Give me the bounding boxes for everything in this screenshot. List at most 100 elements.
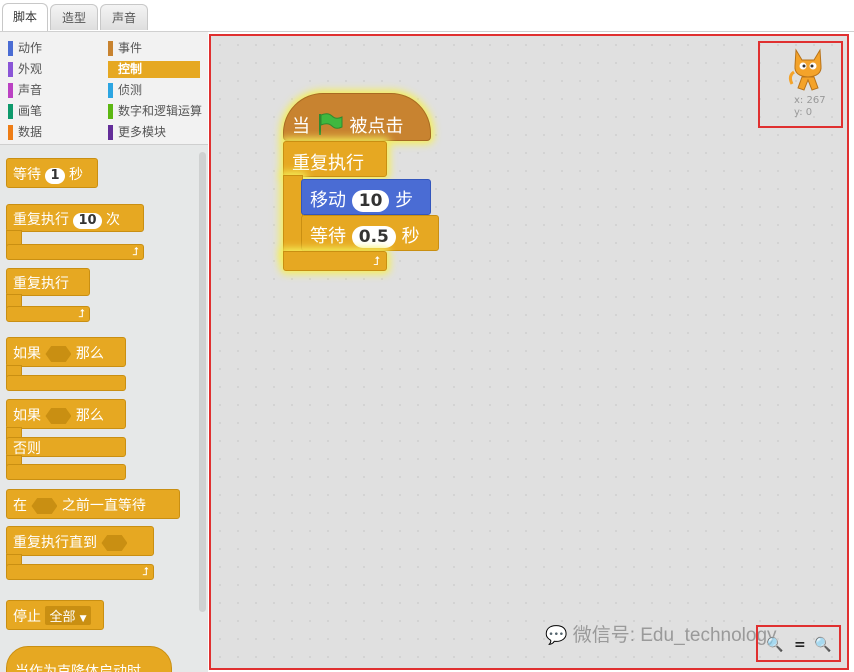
wait-seconds-input[interactable]: 0.5 [351, 226, 396, 248]
category-label: 更多模块 [118, 125, 167, 139]
forever-block[interactable]: 重复执行 [283, 141, 387, 177]
category-list: 动作 外观 声音 画笔 数据 事件 控制 侦测 数字和逻辑运算 更多模块 [0, 32, 208, 145]
block-label: 如果 [13, 346, 41, 362]
block-unit: 次 [106, 212, 120, 228]
watermark-text: 微信号: Edu_technology [572, 625, 777, 646]
block-palette: 动作 外观 声音 画笔 数据 事件 控制 侦测 数字和逻辑运算 更多模块 等待 … [0, 32, 208, 672]
cat-sprite-icon [788, 48, 822, 91]
palette-if-block[interactable]: 如果 那么 [6, 337, 126, 367]
category-label: 动作 [18, 41, 43, 55]
block-label: 在 [13, 498, 27, 514]
category-color-swatch [108, 41, 113, 56]
category-control[interactable]: 控制 [108, 61, 200, 78]
block-label: 当 [292, 116, 310, 137]
category-events[interactable]: 事件 [108, 40, 194, 57]
wechat-icon: 💬 [545, 625, 568, 645]
block-unit: 秒 [68, 167, 83, 183]
block-unit: 步 [395, 190, 414, 211]
sprite-y-coordinate: y: 0 [794, 107, 813, 118]
loop-arrow-icon: ⮥ [372, 254, 380, 268]
category-color-swatch [108, 104, 113, 119]
block-label: 等待 [13, 167, 41, 183]
tab-sounds[interactable]: 声音 [100, 4, 148, 30]
category-motion[interactable]: 动作 [8, 40, 94, 57]
when-flag-clicked-block[interactable]: 当 被点击 [283, 93, 431, 141]
category-color-swatch [8, 125, 13, 140]
category-operators[interactable]: 数字和逻辑运算 [108, 103, 208, 120]
category-color-swatch [108, 83, 113, 98]
category-sound[interactable]: 声音 [8, 82, 94, 99]
category-color-swatch [8, 104, 13, 119]
category-color-swatch [8, 83, 13, 98]
repeat-count-input[interactable]: 10 [73, 213, 102, 229]
palette-wait-block[interactable]: 等待 1 秒 [6, 158, 98, 188]
block-label: 等待 [310, 226, 346, 247]
boolean-slot[interactable] [45, 346, 72, 362]
block-unit: 秒 [401, 226, 420, 247]
sprite-info-highlight: x: 267 y: 0 [758, 41, 843, 128]
palette-ifelse-foot [6, 464, 126, 480]
category-looks[interactable]: 外观 [8, 61, 94, 78]
category-sensing[interactable]: 侦测 [108, 82, 194, 99]
palette-forever-block[interactable]: 重复执行 [6, 268, 90, 296]
category-data[interactable]: 数据 [8, 124, 94, 141]
category-label: 声音 [18, 83, 43, 97]
zoom-out-icon[interactable]: 🔍 [766, 637, 783, 653]
category-label: 画笔 [18, 104, 43, 118]
palette-repeat-until-foot: ⮥ [6, 564, 154, 580]
block-label: 那么 [75, 408, 104, 424]
category-label: 外观 [18, 62, 43, 76]
category-label: 数据 [18, 125, 43, 139]
palette-ifelse-else: 否则 [6, 437, 126, 457]
green-flag-icon [318, 113, 343, 135]
block-label: 被点击 [349, 116, 404, 137]
category-color-swatch [8, 62, 13, 77]
category-pen[interactable]: 画笔 [8, 103, 94, 120]
block-label: 重复执行 [13, 212, 69, 228]
palette-scrollbar[interactable] [199, 152, 206, 612]
palette-forever-foot: ⮥ [6, 306, 90, 322]
wait-seconds-block[interactable]: 等待 0.5 秒 [301, 215, 439, 251]
palette-stop-block[interactable]: 停止 全部 ▼ [6, 600, 104, 630]
tab-costumes[interactable]: 造型 [50, 4, 98, 30]
category-color-swatch [108, 125, 113, 140]
boolean-slot[interactable] [101, 535, 128, 551]
forever-foot: ⮥ [283, 251, 387, 271]
block-label: 如果 [13, 408, 41, 424]
block-label: 重复执行 [292, 153, 364, 174]
zoom-in-icon[interactable]: 🔍 [814, 637, 831, 653]
block-label: 移动 [310, 190, 346, 211]
boolean-slot[interactable] [45, 408, 72, 424]
loop-arrow-icon: ⮥ [132, 245, 140, 258]
category-label: 事件 [118, 41, 143, 55]
zoom-reset-button[interactable]: = [794, 637, 806, 653]
move-steps-input[interactable]: 10 [351, 190, 390, 212]
palette-clone-hat-block[interactable]: 当作为克隆体启动时 [6, 646, 172, 672]
block-label: 当作为克隆体启动时 [15, 664, 141, 672]
category-label: 侦测 [118, 83, 143, 97]
palette-wait-until-block[interactable]: 在 之前一直等待 [6, 489, 180, 519]
move-steps-block[interactable]: 移动 10 步 [301, 179, 431, 215]
loop-arrow-icon: ⮥ [142, 565, 150, 578]
block-label: 之前一直等待 [61, 498, 146, 514]
watermark: 💬 微信号: Edu_technology [545, 620, 777, 647]
wait-seconds-input[interactable]: 1 [45, 168, 65, 184]
block-label: 停止 [13, 609, 41, 625]
boolean-slot[interactable] [31, 498, 58, 514]
palette-repeat-foot: ⮥ [6, 244, 144, 260]
stop-option-dropdown[interactable]: 全部 ▼ [45, 606, 91, 625]
block-label: 重复执行 [13, 276, 69, 292]
palette-ifelse-block[interactable]: 如果 那么 [6, 399, 126, 429]
tab-scripts[interactable]: 脚本 [2, 3, 48, 32]
block-label: 重复执行直到 [13, 535, 97, 551]
sprite-x-coordinate: x: 267 [794, 95, 826, 106]
category-more-blocks[interactable]: 更多模块 [108, 124, 194, 141]
palette-repeat-until-block[interactable]: 重复执行直到 [6, 526, 154, 556]
palette-repeat-block[interactable]: 重复执行 10 次 [6, 204, 144, 232]
stop-option-value: 全部 [49, 610, 76, 625]
palette-if-foot [6, 375, 126, 391]
block-label: 那么 [75, 346, 104, 362]
zoom-controls-highlight: 🔍 = 🔍 [756, 625, 841, 662]
chevron-down-icon: ▼ [79, 614, 87, 624]
category-color-swatch [8, 41, 13, 56]
